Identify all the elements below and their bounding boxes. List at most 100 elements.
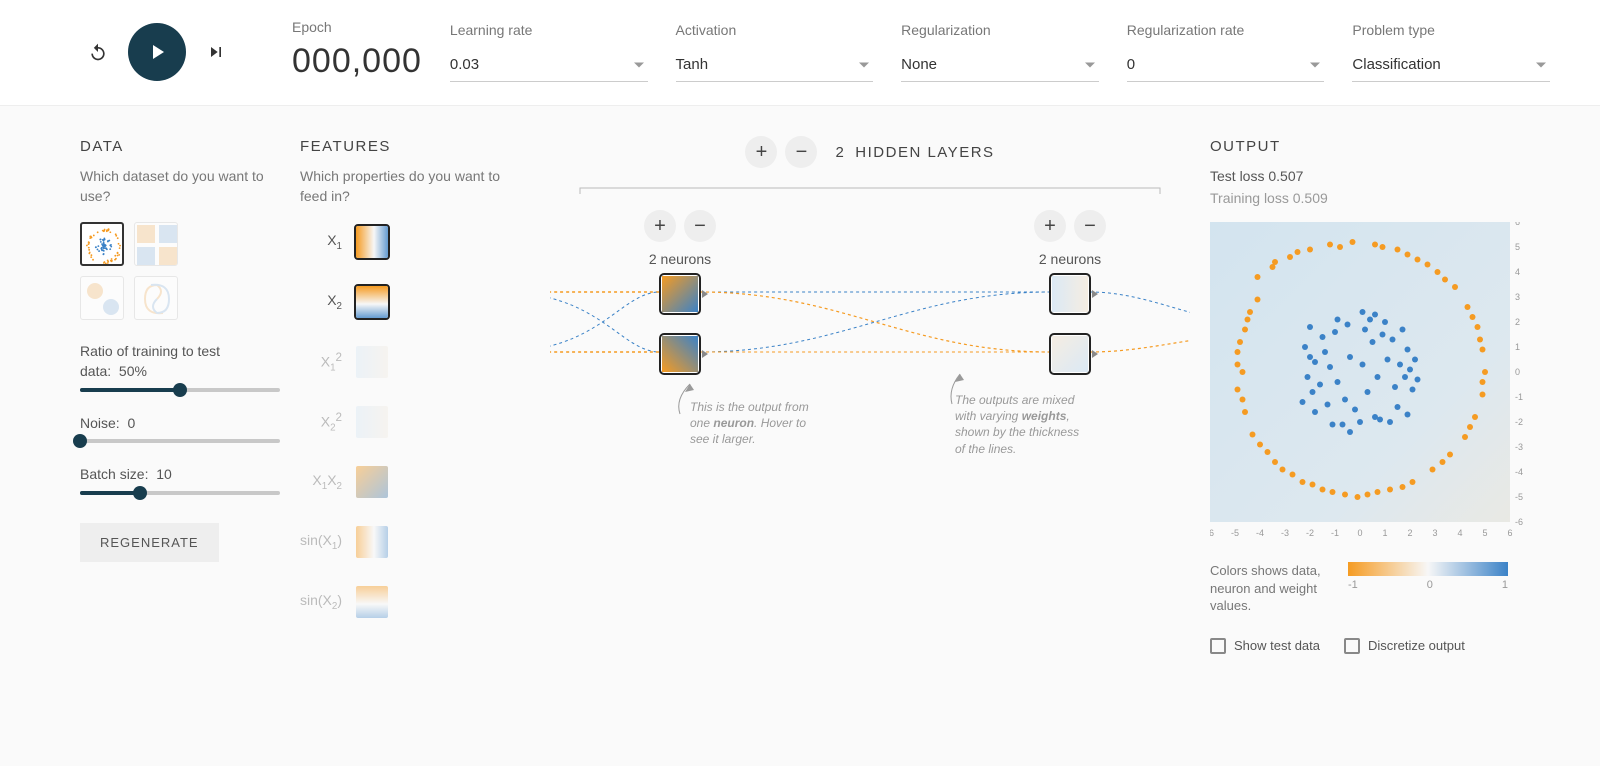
svg-text:-1: -1: [1515, 392, 1523, 402]
hidden-layers-controls: + − 2HIDDEN LAYERS: [550, 136, 1190, 168]
discretize-output-checkbox[interactable]: Discretize output: [1344, 637, 1465, 655]
dataset-circle[interactable]: [80, 222, 124, 266]
svg-text:4: 4: [1457, 528, 1462, 538]
svg-text:5: 5: [1482, 528, 1487, 538]
svg-text:2: 2: [1515, 317, 1520, 327]
dataset-grid: [80, 222, 280, 320]
feature-x2sq: X22: [300, 402, 530, 442]
add-neuron-l1[interactable]: +: [654, 215, 666, 237]
layer2-neurons-label: 2 neurons: [1039, 251, 1101, 267]
feature-toggle-x1x2[interactable]: [354, 464, 390, 500]
feature-sinx2: sin(X2): [300, 582, 530, 622]
regenerate-button[interactable]: REGENERATE: [80, 523, 219, 562]
feature-x1: X1: [300, 222, 530, 262]
color-legend: Colors shows data, neuron and weight val…: [1210, 562, 1550, 615]
play-group: [80, 23, 234, 81]
epoch-display: Epoch 000,000: [292, 18, 422, 85]
activation-select[interactable]: Tanh: [676, 48, 874, 82]
svg-text:1: 1: [1382, 528, 1387, 538]
remove-neuron-l1[interactable]: −: [694, 215, 706, 237]
svg-text:-2: -2: [1306, 528, 1314, 538]
feature-label: sin(X1): [300, 531, 342, 554]
dataset-spiral[interactable]: [134, 276, 178, 320]
batch-slider-block: Batch size: 10: [80, 465, 280, 495]
feature-toggle-x1sq[interactable]: [354, 344, 390, 380]
problem-type-select[interactable]: Classification: [1352, 48, 1550, 82]
svg-text:0: 0: [1515, 367, 1520, 377]
activation-group: Activation Tanh: [676, 21, 874, 83]
add-neuron-l2[interactable]: +: [1044, 215, 1056, 237]
regularization-rate-select[interactable]: 0: [1127, 48, 1325, 82]
neuron-l2-2[interactable]: [1050, 334, 1098, 374]
output-chart[interactable]: -6-5-4-3-2-10123456 -6-5-4-3-2-10123456: [1210, 222, 1530, 542]
skip-next-icon: [206, 42, 226, 62]
learning-rate-select[interactable]: 0.03: [450, 48, 648, 82]
activation-label: Activation: [676, 21, 874, 41]
svg-text:-3: -3: [1515, 442, 1523, 452]
neuron-l2-1[interactable]: [1050, 274, 1098, 314]
noise-label: Noise: 0: [80, 414, 280, 434]
caret-down-icon: [634, 62, 644, 67]
regularization-label: Regularization: [901, 21, 1099, 41]
learning-rate-group: Learning rate 0.03: [450, 21, 648, 83]
epoch-value: 000,000: [292, 38, 422, 86]
svg-text:-4: -4: [1515, 467, 1523, 477]
dataset-gauss[interactable]: [80, 276, 124, 320]
neuron-l1-1[interactable]: [660, 274, 708, 314]
output-checkboxes: Show test data Discretize output: [1210, 637, 1550, 655]
step-button[interactable]: [198, 34, 234, 70]
remove-neuron-l2[interactable]: −: [1084, 215, 1096, 237]
svg-text:-5: -5: [1231, 528, 1239, 538]
data-heading: DATA: [80, 136, 280, 157]
feature-toggle-x2sq[interactable]: [354, 404, 390, 440]
ratio-label: Ratio of training to test data: 50%: [80, 342, 280, 381]
batch-label: Batch size: 10: [80, 465, 280, 485]
svg-text:3: 3: [1432, 528, 1437, 538]
feature-toggle-sinx1[interactable]: [354, 524, 390, 560]
network-canvas: + − + − 2 neurons 2 neurons: [550, 174, 1190, 694]
epoch-label: Epoch: [292, 18, 422, 38]
feature-toggle-x2[interactable]: [354, 284, 390, 320]
play-button[interactable]: [128, 23, 186, 81]
svg-text:2: 2: [1407, 528, 1412, 538]
show-test-data-checkbox[interactable]: Show test data: [1210, 637, 1320, 655]
svg-text:-5: -5: [1515, 492, 1523, 502]
feature-label: sin(X2): [300, 591, 342, 614]
regularization-select[interactable]: None: [901, 48, 1099, 82]
legend-text: Colors shows data, neuron and weight val…: [1210, 562, 1330, 615]
feature-x1sq: X12: [300, 342, 530, 382]
replay-icon: [88, 42, 108, 62]
test-loss: Test loss 0.507: [1210, 167, 1550, 187]
top-controls: Epoch 000,000 Learning rate 0.03 Activat…: [0, 0, 1600, 106]
svg-text:6: 6: [1515, 222, 1520, 227]
feature-x1x2: X1X2: [300, 462, 530, 502]
problem-type-group: Problem type Classification: [1352, 21, 1550, 83]
svg-text:-2: -2: [1515, 417, 1523, 427]
data-column: DATA Which dataset do you want to use? R…: [80, 136, 280, 700]
output-heading: OUTPUT: [1210, 136, 1550, 157]
problem-type-label: Problem type: [1352, 21, 1550, 41]
remove-layer-button[interactable]: −: [785, 136, 817, 168]
regularization-rate-label: Regularization rate: [1127, 21, 1325, 41]
dataset-xor[interactable]: [134, 222, 178, 266]
noise-slider[interactable]: [80, 439, 280, 443]
feature-toggle-sinx2[interactable]: [354, 584, 390, 620]
svg-text:-6: -6: [1515, 517, 1523, 527]
svg-text:3: 3: [1515, 292, 1520, 302]
features-desc: Which properties do you want to feed in?: [300, 167, 530, 206]
reset-button[interactable]: [80, 34, 116, 70]
feature-toggle-x1[interactable]: [354, 224, 390, 260]
add-layer-button[interactable]: +: [745, 136, 777, 168]
feature-label: X1X2: [300, 471, 342, 494]
ratio-slider[interactable]: [80, 388, 280, 392]
svg-text:4: 4: [1515, 267, 1520, 277]
gradient-bar: -101: [1348, 562, 1508, 593]
ratio-slider-block: Ratio of training to test data: 50%: [80, 342, 280, 391]
neuron-l1-2[interactable]: [660, 334, 708, 374]
svg-text:-4: -4: [1256, 528, 1264, 538]
svg-text:6: 6: [1507, 528, 1512, 538]
features-column: FEATURES Which properties do you want to…: [300, 136, 530, 700]
batch-slider[interactable]: [80, 491, 280, 495]
layer1-controls: + −: [644, 210, 716, 242]
caret-down-icon: [1536, 62, 1546, 67]
